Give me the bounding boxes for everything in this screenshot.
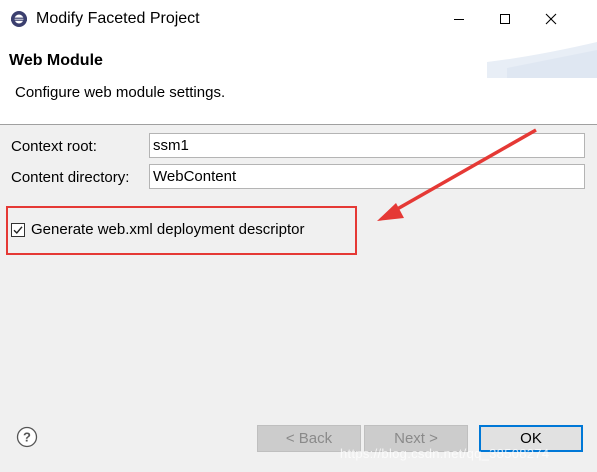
header-banner: Web Module Configure web module settings… <box>0 38 597 124</box>
banner-separator <box>0 124 597 125</box>
checkmark-icon <box>13 226 23 235</box>
watermark-text: https://blog.csdn.net/qq_38508274 <box>340 446 550 461</box>
close-icon <box>545 13 557 25</box>
content-directory-input[interactable] <box>149 164 585 189</box>
close-button[interactable] <box>528 0 574 38</box>
title-bar: Modify Faceted Project <box>0 0 597 38</box>
maximize-button[interactable] <box>482 0 528 38</box>
help-icon[interactable]: ? <box>16 426 38 448</box>
page-description: Configure web module settings. <box>15 84 226 101</box>
generate-web-xml-label: Generate web.xml deployment descriptor <box>31 221 305 238</box>
content-directory-label: Content directory: <box>11 169 130 186</box>
generate-web-xml-checkbox[interactable] <box>11 223 25 237</box>
minimize-button[interactable] <box>436 0 482 38</box>
context-root-label: Context root: <box>11 138 97 155</box>
banner-decoration <box>487 42 597 78</box>
modify-faceted-project-dialog: Modify Faceted Project Web Module Config… <box>0 0 597 472</box>
generate-web-xml-option[interactable]: Generate web.xml deployment descriptor <box>11 219 304 241</box>
eclipse-icon <box>11 11 27 27</box>
svg-text:?: ? <box>23 430 31 445</box>
page-title: Web Module <box>9 52 103 69</box>
window-title: Modify Faceted Project <box>36 10 200 27</box>
context-root-input[interactable] <box>149 133 585 158</box>
maximize-icon <box>500 14 510 24</box>
minimize-icon <box>454 19 464 20</box>
